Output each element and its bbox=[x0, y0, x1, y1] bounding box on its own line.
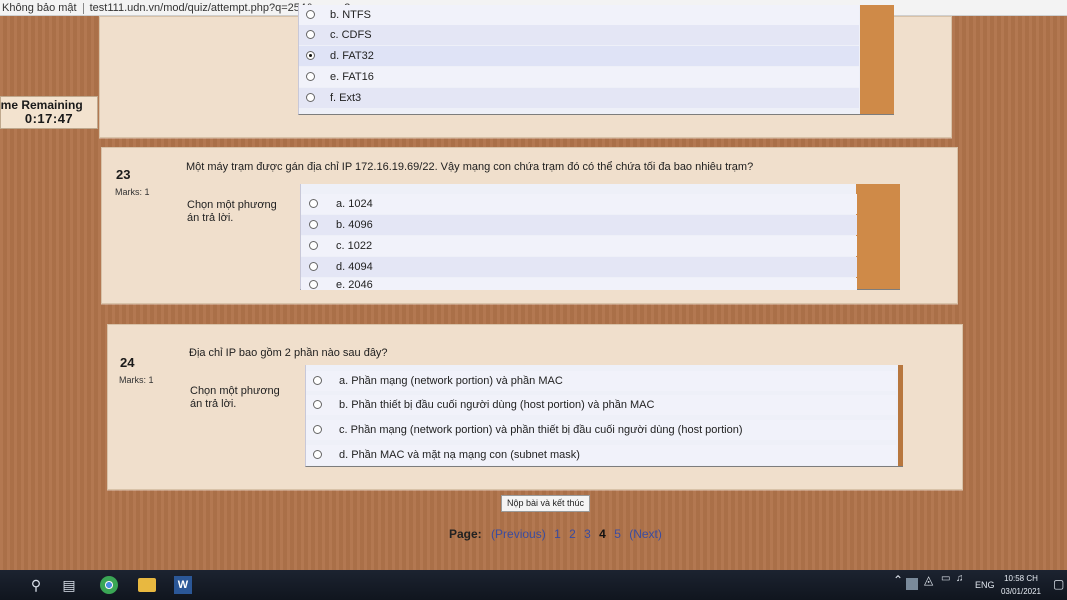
answer-option[interactable]: b. Phần thiết bị đầu cuối người dùng (ho… bbox=[306, 395, 896, 415]
radio-button-selected[interactable] bbox=[306, 51, 315, 60]
submit-and-finish-button[interactable]: Nộp bài và kết thúc bbox=[501, 495, 591, 512]
clock[interactable]: 10:58 CH 03/01/2021 bbox=[998, 572, 1044, 598]
radio-button[interactable] bbox=[309, 280, 318, 289]
pagination: Page: (Previous) 1 2 3 4 5 (Next) bbox=[449, 527, 667, 541]
answer-label: e. 2046 bbox=[336, 279, 373, 291]
volume-icon[interactable]: ♫ bbox=[956, 573, 964, 584]
radio-button[interactable] bbox=[313, 425, 322, 434]
answer-option[interactable]: a. Phần mạng (network portion) và phần M… bbox=[306, 371, 896, 391]
question-card-23: 23 Marks: 1 Một máy trạm được gán địa ch… bbox=[101, 147, 958, 304]
answer-list: a. 1024 b. 4096 c. 1022 d. 4094 e. 2046 bbox=[300, 184, 900, 291]
question-number: 23 bbox=[116, 167, 131, 182]
address-separator bbox=[82, 2, 84, 14]
next-page-link[interactable]: (Next) bbox=[629, 527, 662, 541]
time-remaining-label: ime Remaining bbox=[0, 98, 83, 112]
current-page: 4 bbox=[599, 527, 606, 541]
answer-label: a. 1024 bbox=[336, 198, 373, 210]
page-label: Page: bbox=[449, 527, 482, 541]
radio-button[interactable] bbox=[313, 450, 322, 459]
radio-button[interactable] bbox=[309, 262, 318, 271]
taskbar: ⚲ ▤ W ⌃ ◬ ▭ ♫ ENG 10:58 CH 03/01/2021 ▢ bbox=[0, 570, 1067, 600]
answer-option[interactable]: b. 4096 bbox=[301, 215, 857, 235]
radio-button[interactable] bbox=[306, 72, 315, 81]
answer-list: a. Phần mạng (network portion) và phần M… bbox=[305, 365, 903, 467]
question-number: 24 bbox=[120, 355, 135, 370]
answer-option[interactable]: c. CDFS bbox=[299, 25, 859, 45]
answer-option[interactable]: e. FAT16 bbox=[299, 67, 859, 87]
clock-date: 03/01/2021 bbox=[1000, 587, 1042, 596]
radio-button[interactable] bbox=[306, 93, 315, 102]
answer-option[interactable]: d. Phần MAC và mặt nạ mạng con (subnet m… bbox=[306, 445, 896, 465]
answer-prompt: Chọn một phương án trả lời. bbox=[190, 385, 280, 410]
radio-button[interactable] bbox=[309, 241, 318, 250]
previous-page-link[interactable]: (Previous) bbox=[491, 527, 546, 541]
chevron-up-icon[interactable]: ⌃ bbox=[893, 573, 903, 587]
answer-label: d. 4094 bbox=[336, 261, 373, 273]
radio-button[interactable] bbox=[306, 10, 315, 19]
task-view-icon[interactable]: ▤ bbox=[60, 576, 78, 594]
radio-button[interactable] bbox=[306, 30, 315, 39]
question-text: Địa chỉ IP bao gồm 2 phần nào sau đây? bbox=[189, 347, 388, 359]
word-icon[interactable]: W bbox=[174, 576, 192, 594]
answer-label: d. FAT32 bbox=[330, 50, 374, 62]
clock-time: 10:58 CH bbox=[1004, 574, 1038, 583]
radio-button[interactable] bbox=[309, 220, 318, 229]
security-indicator[interactable]: Không bảo mật bbox=[0, 2, 77, 14]
radio-button[interactable] bbox=[313, 376, 322, 385]
time-remaining-box: ime Remaining 0:17:47 bbox=[0, 96, 98, 129]
answer-list: b. NTFS c. CDFS d. FAT32 e. FAT16 f. Ext… bbox=[298, 5, 894, 115]
answer-label: b. 4096 bbox=[336, 219, 373, 231]
answer-prompt: Chọn một phương án trả lời. bbox=[187, 199, 277, 224]
answer-option[interactable]: d. FAT32 bbox=[299, 46, 859, 66]
search-icon[interactable]: ⚲ bbox=[27, 576, 45, 594]
notification-icon[interactable]: ▢ bbox=[1053, 577, 1064, 591]
battery-icon[interactable]: ▭ bbox=[941, 573, 950, 584]
answer-option[interactable]: c. Phần mạng (network portion) và phần t… bbox=[306, 420, 896, 440]
answer-label: a. Phần mạng (network portion) và phần M… bbox=[339, 375, 563, 387]
answer-option[interactable]: a. 1024 bbox=[301, 194, 857, 214]
page-link-2[interactable]: 2 bbox=[569, 527, 576, 541]
question-card-24: 24 Marks: 1 Địa chỉ IP bao gồm 2 phần nà… bbox=[107, 324, 963, 490]
time-remaining-value: 0:17:47 bbox=[24, 111, 74, 126]
page-link-3[interactable]: 3 bbox=[584, 527, 591, 541]
tray-app-icon[interactable] bbox=[906, 578, 918, 590]
answer-list-scrollbar[interactable] bbox=[856, 184, 900, 289]
file-explorer-icon[interactable] bbox=[138, 578, 156, 592]
chrome-icon[interactable] bbox=[100, 576, 118, 594]
answer-label: b. NTFS bbox=[330, 9, 371, 21]
radio-button[interactable] bbox=[313, 400, 322, 409]
question-marks: Marks: 1 bbox=[115, 187, 150, 197]
answer-option[interactable]: d. 4094 bbox=[301, 257, 857, 277]
question-marks: Marks: 1 bbox=[119, 375, 154, 385]
answer-label: d. Phần MAC và mặt nạ mạng con (subnet m… bbox=[339, 449, 580, 461]
radio-button[interactable] bbox=[309, 199, 318, 208]
answer-label: e. FAT16 bbox=[330, 71, 374, 83]
answer-label: f. Ext3 bbox=[330, 92, 362, 104]
answer-option[interactable]: f. Ext3 bbox=[299, 88, 859, 108]
answer-label: c. Phần mạng (network portion) và phần t… bbox=[339, 424, 743, 436]
question-card-22: b. NTFS c. CDFS d. FAT32 e. FAT16 f. Ext… bbox=[99, 5, 952, 138]
answer-list-scrollbar[interactable] bbox=[898, 365, 903, 466]
answer-list-scrollbar[interactable] bbox=[860, 5, 894, 114]
page-link-5[interactable]: 5 bbox=[614, 527, 621, 541]
answer-option[interactable]: e. 2046 bbox=[301, 278, 857, 291]
answer-option[interactable]: c. 1022 bbox=[301, 236, 857, 256]
answer-option[interactable]: b. NTFS bbox=[299, 5, 859, 25]
wifi-icon[interactable]: ◬ bbox=[924, 573, 933, 587]
language-indicator[interactable]: ENG bbox=[975, 580, 995, 590]
answer-label: c. CDFS bbox=[330, 29, 372, 41]
answer-label: c. 1022 bbox=[336, 240, 373, 252]
answer-label: b. Phần thiết bị đầu cuối người dùng (ho… bbox=[339, 399, 655, 411]
question-text: Một máy trạm được gán địa chỉ IP 172.16.… bbox=[186, 161, 754, 173]
page-link-1[interactable]: 1 bbox=[554, 527, 561, 541]
